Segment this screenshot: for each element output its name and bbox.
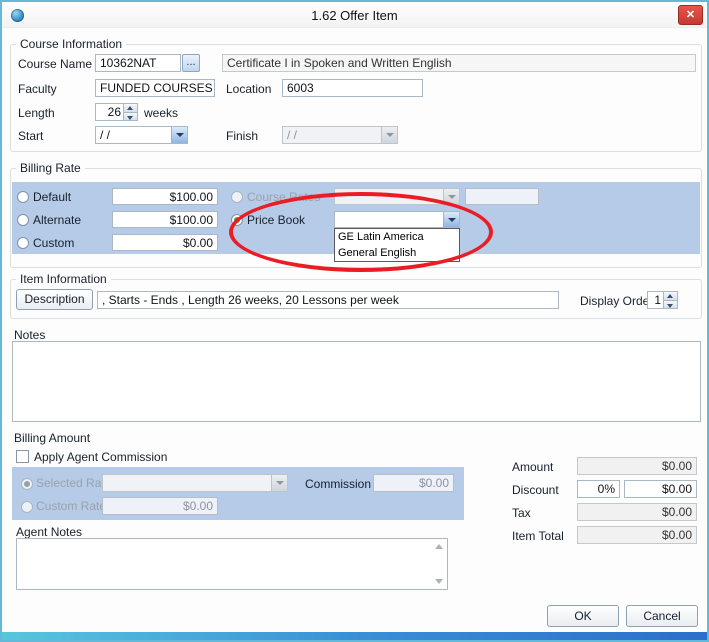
length-label: Length [18, 106, 55, 120]
item-total-field: $0.00 [577, 526, 697, 544]
finish-date-value: / / [287, 128, 379, 142]
notes-label: Notes [14, 328, 45, 342]
default-rate-radio[interactable] [17, 191, 29, 203]
custom-rate-label: Custom [33, 236, 74, 250]
course-name-label: Course Name [18, 57, 92, 71]
amount-label: Amount [512, 460, 553, 474]
billing-rate-group-label: Billing Rate [16, 161, 85, 175]
window-title: 1.62 Offer Item [2, 8, 707, 23]
custom-commission-label: Custom Rate [36, 499, 106, 513]
offer-item-dialog: 1.62 Offer Item ✕ Course Information Cou… [0, 0, 709, 642]
discount-percent-input[interactable]: 0% [577, 480, 620, 498]
spin-up-icon[interactable] [664, 292, 677, 300]
start-date-combo[interactable]: / / [95, 126, 188, 144]
custom-commission-radio [21, 501, 33, 513]
display-order-spinner[interactable]: 1 [647, 291, 678, 309]
ok-button[interactable]: OK [547, 605, 619, 627]
chevron-down-icon [381, 127, 397, 143]
finish-label: Finish [226, 129, 258, 143]
alternate-rate-field[interactable]: $100.00 [112, 211, 218, 228]
amount-field: $0.00 [577, 457, 697, 475]
chevron-down-icon[interactable] [171, 127, 187, 143]
titlebar: 1.62 Offer Item ✕ [2, 2, 707, 28]
notes-textarea[interactable] [12, 341, 701, 422]
spin-down-icon[interactable] [124, 112, 137, 121]
location-input[interactable]: 6003 [282, 79, 423, 97]
display-order-label: Display Order [580, 294, 653, 308]
course-rates-radio [231, 191, 243, 203]
discount-label: Discount [512, 483, 559, 497]
apply-agent-commission-label: Apply Agent Commission [34, 450, 167, 464]
tax-field: $0.00 [577, 503, 697, 521]
location-label: Location [226, 82, 271, 96]
length-spinner[interactable]: 26 [95, 103, 138, 121]
course-rates-amount-field [465, 188, 539, 205]
display-order-spin-buttons [663, 292, 677, 308]
window-bottom-frame [2, 632, 707, 640]
length-value: 26 [98, 105, 121, 119]
custom-rate-field[interactable]: $0.00 [112, 234, 218, 251]
browse-button[interactable]: ... [182, 54, 200, 72]
course-information-group-label: Course Information [16, 37, 126, 51]
commission-field: $0.00 [373, 474, 454, 492]
course-name-input[interactable]: 10362NAT [95, 54, 181, 72]
item-information-group-label: Item Information [16, 272, 111, 286]
default-rate-label: Default [33, 190, 71, 204]
description-button[interactable]: Description [16, 289, 93, 310]
length-spin-buttons [123, 104, 137, 120]
spin-down-icon[interactable] [664, 300, 677, 309]
tax-label: Tax [512, 506, 531, 520]
display-order-value: 1 [650, 293, 661, 307]
commission-label: Commission [305, 477, 371, 491]
faculty-label: Faculty [18, 82, 57, 96]
course-title-field: Certificate I in Spoken and Written Engl… [222, 54, 696, 72]
alternate-rate-radio[interactable] [17, 214, 29, 226]
discount-amount-input[interactable]: $0.00 [624, 480, 697, 498]
selected-rate-radio [21, 478, 33, 490]
agent-notes-textarea[interactable] [16, 538, 448, 590]
length-unit-label: weeks [144, 106, 178, 120]
agent-notes-label: Agent Notes [16, 525, 82, 539]
finish-date-combo: / / [282, 126, 398, 144]
custom-commission-field: $0.00 [102, 497, 218, 515]
default-rate-field[interactable]: $100.00 [112, 188, 218, 205]
scroll-down-icon[interactable] [435, 579, 443, 584]
selected-rate-combo [102, 474, 288, 492]
red-annotation-ellipse [229, 192, 493, 272]
billing-amount-label: Billing Amount [14, 431, 90, 445]
alternate-rate-label: Alternate [33, 213, 81, 227]
custom-rate-radio[interactable] [17, 237, 29, 249]
selected-rate-label: Selected Rate [36, 476, 111, 490]
apply-agent-commission-checkbox[interactable] [16, 450, 29, 463]
scroll-up-icon[interactable] [435, 544, 443, 549]
close-button[interactable]: ✕ [678, 5, 703, 25]
item-total-label: Item Total [512, 529, 564, 543]
start-date-value: / / [100, 128, 169, 142]
start-label: Start [18, 129, 43, 143]
cancel-button[interactable]: Cancel [626, 605, 698, 627]
chevron-down-icon [271, 475, 287, 491]
faculty-input[interactable]: FUNDED COURSES [95, 79, 215, 97]
description-field[interactable]: , Starts - Ends , Length 26 weeks, 20 Le… [97, 291, 559, 309]
spin-up-icon[interactable] [124, 104, 137, 112]
